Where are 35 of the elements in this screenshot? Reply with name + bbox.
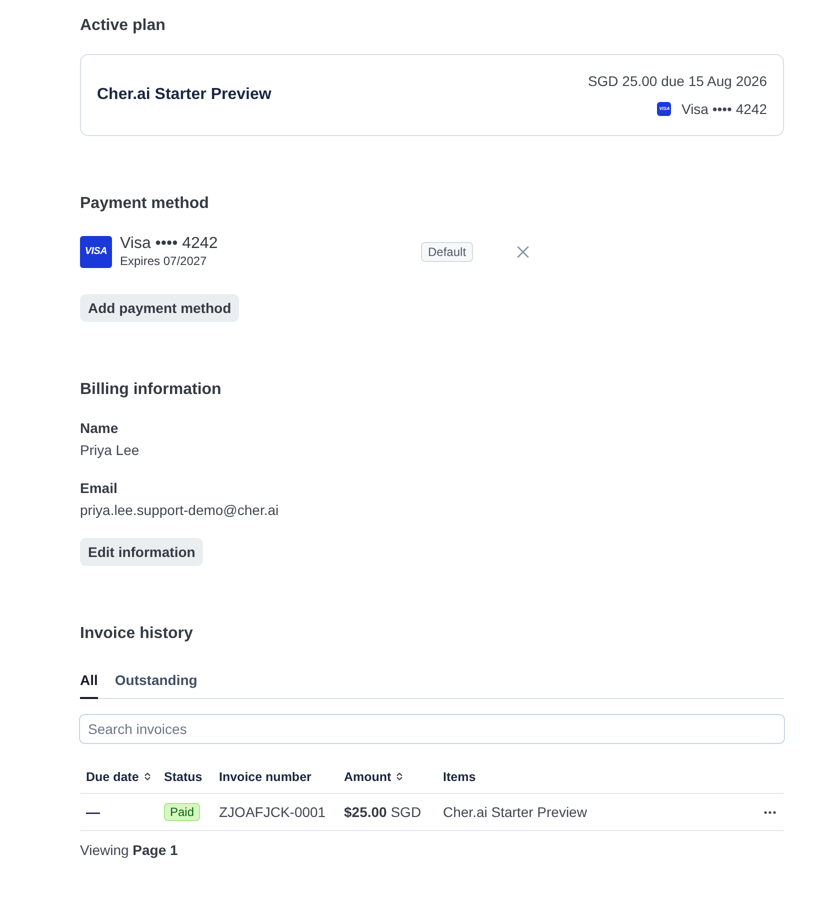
section-heading: Active plan [80,16,166,36]
sort-icon[interactable] [396,772,404,781]
column-header[interactable]: Amount [344,768,392,784]
tab[interactable]: Outstanding [114,666,198,699]
column-header: Items [443,768,476,784]
column-header: Invoice number [219,768,312,784]
section-heading: Payment method [80,194,209,214]
more-icon[interactable] [764,810,776,814]
due-date-text: — [86,804,100,820]
items-text: Cher.ai Starter Preview [443,804,587,820]
tab[interactable]: All [80,666,98,699]
status-badge: Paid [164,803,200,821]
field-label: Email [80,479,118,498]
field-label: Name [80,419,118,438]
close-icon[interactable] [517,246,530,258]
plan-name: Cher.ai Starter Preview [97,85,272,105]
column-header: Status [164,768,202,784]
field-value: priya.lee.support-demo@cher.ai [80,501,279,520]
card-label: Visa •••• 4242 [681,100,767,119]
amount-text: $25.00 SGD [344,804,422,820]
section-heading: Billing information [80,380,222,400]
edit-information-button[interactable]: Edit information [80,538,204,566]
plan-due-text: SGD 25.00 due 15 Aug 2026 [588,72,767,91]
add-payment-method-button[interactable]: Add payment method [80,294,240,322]
default-badge: Default [421,242,474,262]
search-field[interactable]: Search invoices [79,714,785,744]
section-heading: Invoice history [80,624,193,644]
field-value: Priya Lee [80,441,140,460]
pagination-text: Viewing Page 1 [80,841,178,860]
card-logo: VISA [80,236,112,268]
invoice-number: ZJOAFJCK-0001 [219,804,326,820]
sort-icon[interactable] [144,772,151,781]
column-header[interactable]: Due date [86,768,139,784]
card-label: Visa •••• 4242 [120,234,218,253]
card-expiry: Expires 07/2027 [120,253,207,269]
